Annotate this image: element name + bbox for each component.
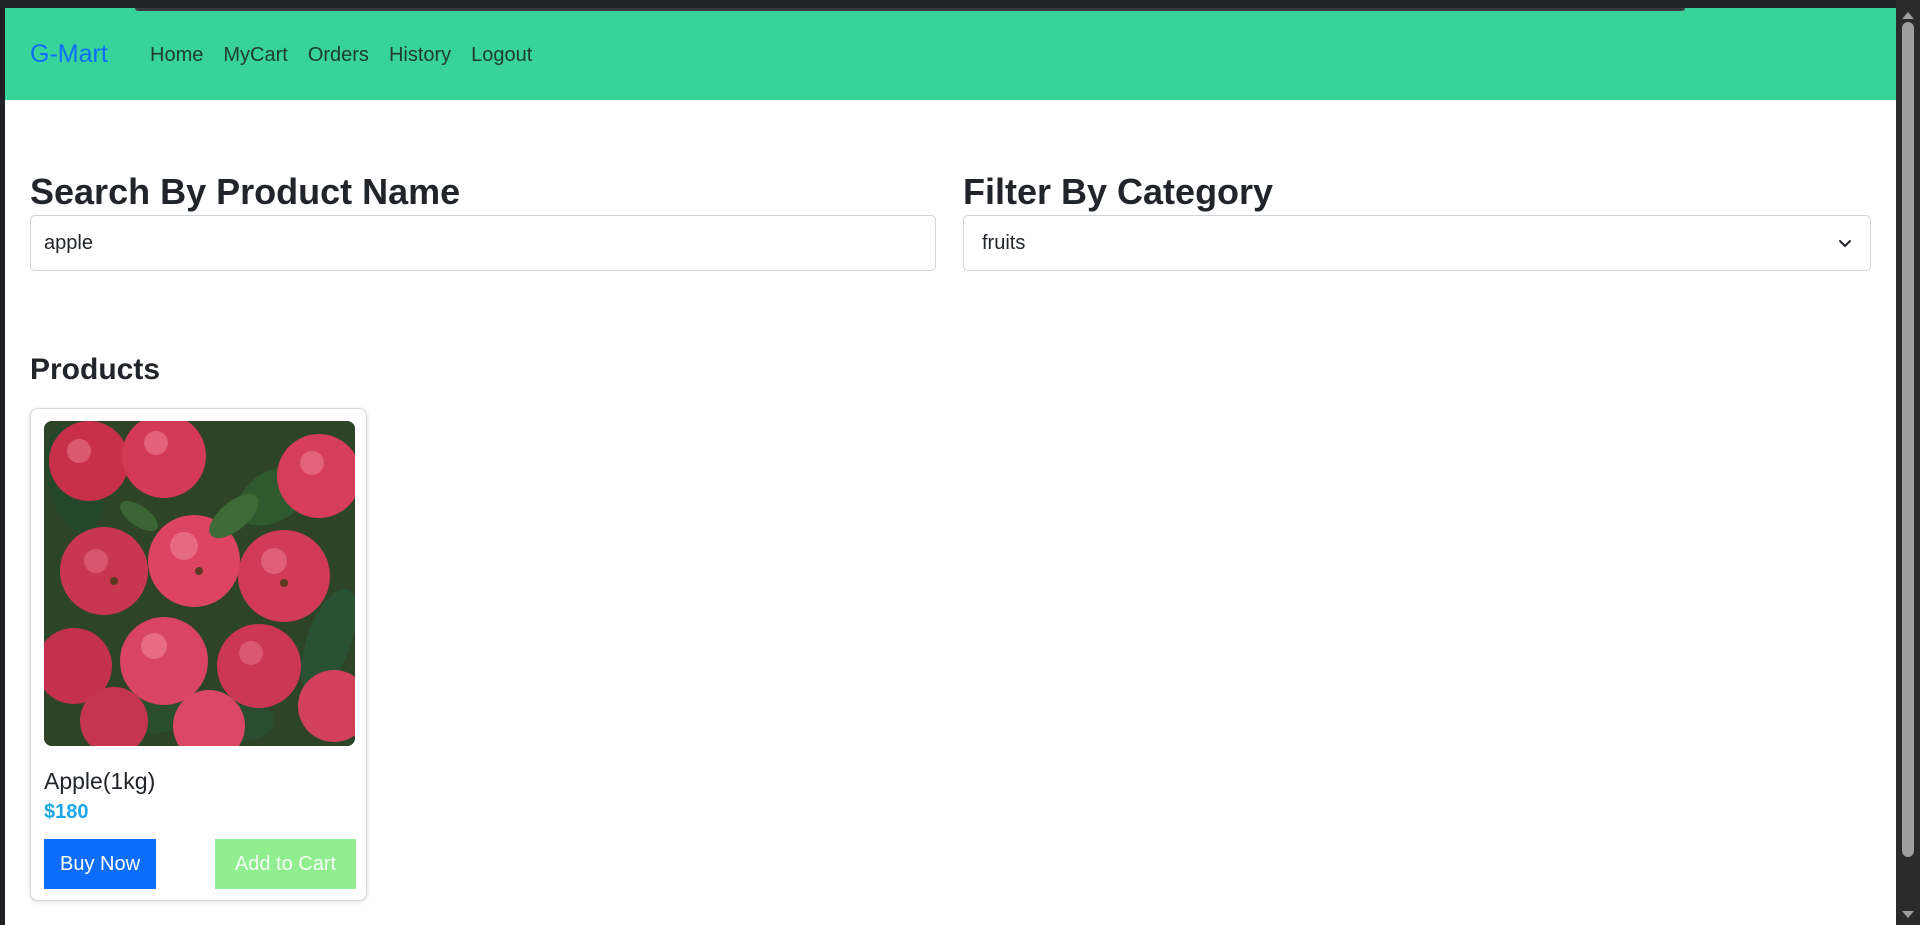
- scrollbar[interactable]: [1896, 0, 1920, 925]
- nav-links: Home MyCart Orders History Logout: [140, 43, 542, 67]
- products-heading: Products: [30, 353, 161, 386]
- scrollbar-thumb[interactable]: [1902, 22, 1914, 857]
- nav-link-history[interactable]: History: [379, 43, 461, 67]
- navbar: G-Mart Home MyCart Orders History Logout: [5, 8, 1896, 100]
- search-heading: Search By Product Name: [30, 171, 461, 212]
- nav-link-home[interactable]: Home: [140, 43, 213, 67]
- product-price: $180: [44, 801, 89, 823]
- add-to-cart-button[interactable]: Add to Cart: [215, 839, 356, 889]
- scroll-up-icon[interactable]: [1902, 12, 1914, 19]
- nav-link-orders[interactable]: Orders: [298, 43, 379, 67]
- scroll-down-icon[interactable]: [1902, 911, 1914, 918]
- chevron-down-icon: [1839, 240, 1851, 247]
- buy-now-button[interactable]: Buy Now: [44, 839, 156, 889]
- window-top-edge: [135, 8, 1685, 11]
- search-input[interactable]: [30, 215, 936, 271]
- brand-logo[interactable]: G-Mart: [30, 40, 108, 69]
- category-select-value: fruits: [982, 231, 1026, 254]
- product-card: Apple(1kg) $180 Buy Now Add to Cart: [30, 408, 367, 901]
- filter-heading: Filter By Category: [963, 171, 1274, 212]
- nav-link-logout[interactable]: Logout: [461, 43, 542, 67]
- apples-image: [44, 421, 355, 746]
- category-select[interactable]: fruits: [963, 215, 1871, 271]
- nav-link-mycart[interactable]: MyCart: [213, 43, 297, 67]
- browser-viewport: G-Mart Home MyCart Orders History Logout…: [5, 8, 1896, 925]
- product-name: Apple(1kg): [44, 768, 156, 794]
